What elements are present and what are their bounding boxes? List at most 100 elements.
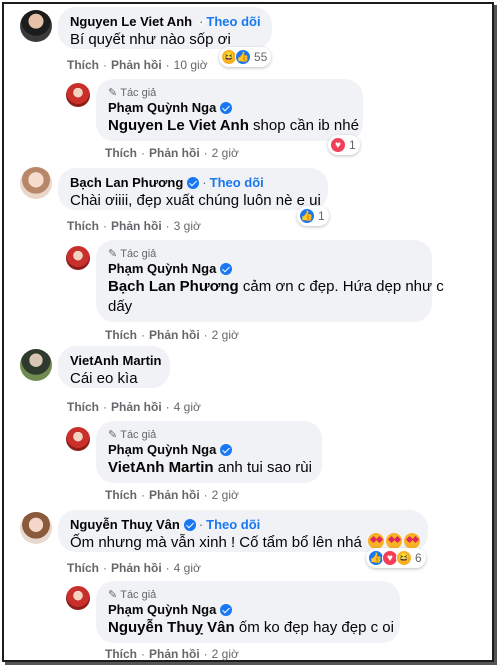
reply-actions: Thích · Phản hồi · 2 giờ (105, 647, 239, 661)
comment-text: Cái eo kìa (70, 370, 138, 387)
reaction-summary[interactable]: 👍 1 (297, 206, 329, 226)
reply-bubble: ✎ Tác giả Phạm Quỳnh Nga Nguyễn Thuỵ Vân … (96, 581, 400, 643)
reply-actions: Thích · Phản hồi · 2 giờ (105, 488, 239, 502)
like-button[interactable]: Thích (67, 400, 99, 414)
avatar[interactable] (66, 586, 90, 610)
reply-button[interactable]: Phản hồi (111, 400, 162, 414)
timestamp[interactable]: 2 giờ (212, 328, 239, 342)
reaction-summary[interactable]: 😆 👍 55 (219, 47, 272, 67)
comment-actions: Thích · Phản hồi · 4 giờ (67, 561, 201, 575)
reply-button[interactable]: Phản hồi (149, 647, 200, 661)
commenter-name[interactable]: Nguyễn Thuỵ Vân (70, 517, 180, 533)
love-icon: ♥ (330, 137, 346, 153)
avatar[interactable] (20, 10, 52, 42)
comment-text: Chài ơiiii, đẹp xuất chúng luôn nè e ui (70, 192, 321, 209)
reaction-summary[interactable]: 👍 ♥ 😆 6 (366, 548, 426, 568)
verified-badge-icon (220, 263, 233, 275)
timestamp[interactable]: 3 giờ (174, 219, 201, 233)
follow-button[interactable]: Theo dõi (206, 14, 260, 30)
author-badge: Tác giả (120, 87, 157, 99)
like-icon: 👍 (235, 49, 251, 65)
reply-button[interactable]: Phản hồi (149, 146, 200, 160)
like-button[interactable]: Thích (67, 219, 99, 233)
like-button[interactable]: Thích (67, 561, 99, 575)
comment-bubble: Nguyễn Thuỵ Vân · Theo dõi Ốm nhưng mà v… (58, 510, 428, 552)
author-badge: Tác giả (120, 248, 157, 260)
mention-tag[interactable]: Nguyen Le Viet Anh (108, 117, 249, 134)
reply-actions: Thích · Phản hồi · 2 giờ (105, 146, 239, 160)
heart-eyes-emoji-icon (404, 533, 421, 549)
reply-text: ốm ko đẹp hay đẹp c oi (238, 619, 394, 636)
reply-bubble: ✎ Tác giả Phạm Quỳnh Nga VietAnh Martin a… (96, 421, 322, 483)
reply-text: dấy (108, 298, 133, 315)
timestamp[interactable]: 2 giờ (212, 647, 239, 661)
pencil-icon: ✎ (108, 248, 118, 260)
reply-text: shop cần ib nhé (253, 117, 359, 134)
like-button[interactable]: Thích (67, 58, 99, 72)
reaction-summary[interactable]: ♥ 1 (328, 135, 360, 155)
reply-button[interactable]: Phản hồi (111, 58, 162, 72)
verified-badge-icon (183, 519, 196, 531)
follow-button[interactable]: Theo dõi (210, 175, 264, 191)
haha-icon: 😆 (396, 550, 412, 566)
like-button[interactable]: Thích (105, 647, 137, 661)
comment-actions: Thích · Phản hồi · 10 giờ (67, 58, 208, 72)
avatar[interactable] (20, 349, 52, 381)
author-badge: Tác giả (120, 429, 157, 441)
pencil-icon: ✎ (108, 589, 118, 601)
reply-bubble: ✎ Tác giả Phạm Quỳnh Nga Nguyen Le Viet A… (96, 79, 363, 141)
reply-actions: Thích · Phản hồi · 2 giờ (105, 328, 239, 342)
heart-eyes-emoji-icon (368, 533, 385, 549)
reply-button[interactable]: Phản hồi (111, 219, 162, 233)
avatar[interactable] (20, 512, 52, 544)
verified-badge-icon (220, 102, 233, 114)
pencil-icon: ✎ (108, 429, 118, 441)
commenter-name[interactable]: Nguyen Le Viet Anh (70, 14, 192, 30)
timestamp[interactable]: 2 giờ (212, 488, 239, 502)
like-button[interactable]: Thích (105, 328, 137, 342)
comment-bubble: VietAnh Martin Cái eo kìa (58, 346, 170, 388)
timestamp[interactable]: 4 giờ (174, 561, 201, 575)
comment-bubble: Bạch Lan Phương · Theo dõi Chài ơiiii, đ… (58, 168, 328, 210)
timestamp[interactable]: 2 giờ (212, 146, 239, 160)
comment-actions: Thích · Phản hồi · 4 giờ (67, 400, 201, 414)
mention-tag[interactable]: Bạch Lan Phương (108, 278, 239, 295)
verified-badge-icon (220, 444, 233, 456)
commenter-name[interactable]: Phạm Quỳnh Nga (108, 442, 216, 458)
mention-tag[interactable]: VietAnh Martin (108, 459, 214, 476)
comment-actions: Thích · Phản hồi · 3 giờ (67, 219, 201, 233)
commenter-name[interactable]: Phạm Quỳnh Nga (108, 100, 216, 116)
like-icon: 👍 (299, 208, 315, 224)
avatar[interactable] (66, 83, 90, 107)
reaction-count: 1 (349, 138, 356, 152)
commenter-name[interactable]: VietAnh Martin (70, 353, 162, 369)
commenter-name[interactable]: Bạch Lan Phương (70, 175, 183, 191)
avatar[interactable] (20, 167, 52, 199)
reply-button[interactable]: Phản hồi (149, 488, 200, 502)
reply-text: anh tui sao rùi (217, 459, 312, 476)
comment-text: Ốm nhưng mà vẫn xinh ! Cố tẩm bổ lên nhá (70, 534, 362, 551)
reaction-count: 55 (254, 50, 268, 64)
commenter-name[interactable]: Phạm Quỳnh Nga (108, 261, 216, 277)
avatar[interactable] (66, 246, 90, 270)
reaction-count: 6 (415, 551, 422, 565)
pencil-icon: ✎ (108, 87, 118, 99)
timestamp[interactable]: 4 giờ (174, 400, 201, 414)
verified-badge-icon (187, 177, 200, 189)
reply-button[interactable]: Phản hồi (111, 561, 162, 575)
reaction-count: 1 (318, 209, 325, 223)
reply-text: cảm ơn c đẹp. Hứa dẹp như c (242, 278, 444, 295)
author-badge: Tác giả (120, 589, 157, 601)
like-button[interactable]: Thích (105, 488, 137, 502)
follow-button[interactable]: Theo dõi (206, 517, 260, 533)
avatar[interactable] (66, 427, 90, 451)
mention-tag[interactable]: Nguyễn Thuỵ Vân (108, 619, 235, 636)
reply-bubble: ✎ Tác giả Phạm Quỳnh Nga Bạch Lan Phương … (96, 240, 444, 322)
verified-badge-icon (220, 604, 233, 616)
heart-eyes-emoji-icon (386, 533, 403, 549)
reply-button[interactable]: Phản hồi (149, 328, 200, 342)
timestamp[interactable]: 10 giờ (174, 58, 208, 72)
comment-bubble: Nguyen Le Viet Anh · Theo dõi Bí quyết n… (58, 7, 272, 49)
like-button[interactable]: Thích (105, 146, 137, 160)
commenter-name[interactable]: Phạm Quỳnh Nga (108, 602, 216, 618)
